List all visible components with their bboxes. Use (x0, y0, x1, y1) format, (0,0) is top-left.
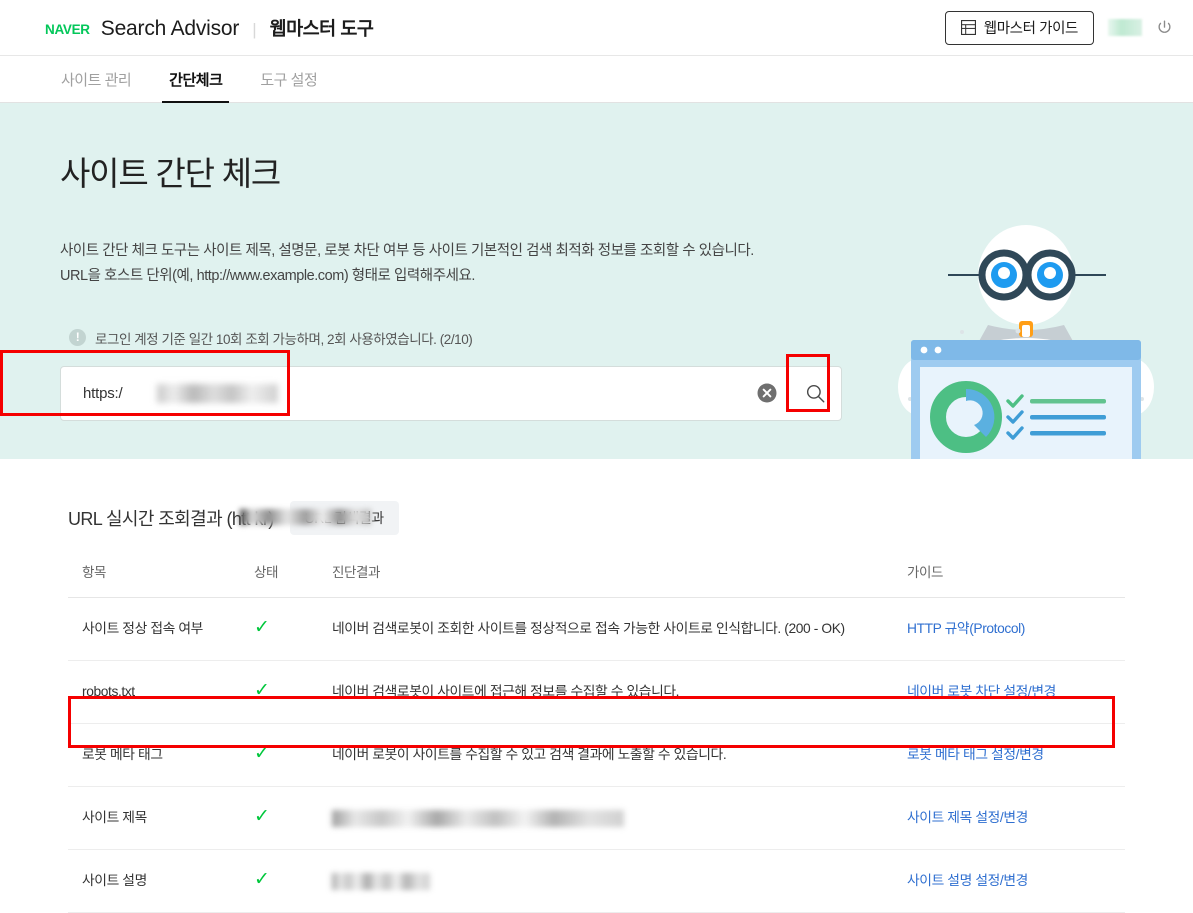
row-guide-link[interactable]: 네이버 로봇 차단 설정/변경 (907, 661, 1125, 724)
row-status: ✓ (254, 787, 332, 850)
header-actions: 웹마스터 가이드 (945, 11, 1173, 45)
redacted-value (332, 810, 624, 827)
check-icon: ✓ (254, 680, 270, 701)
main-nav: 사이트 관리 간단체크 도구 설정 (0, 55, 1193, 103)
check-icon: ✓ (254, 743, 270, 764)
results-title: URL 실시간 조회결과 (htt kr) (68, 505, 274, 531)
url-search-area (60, 366, 842, 421)
quota-notice-text: 로그인 계정 기준 일간 10회 조회 가능하며, 2회 사용하였습니다. (2… (95, 328, 472, 348)
table-row: 사이트 설명 ✓ 사이트 설명 설정/변경 (68, 850, 1125, 913)
row-guide-link[interactable]: HTTP 규약(Protocol) (907, 598, 1125, 661)
url-search-box (60, 366, 842, 421)
brand: NAVER Search Advisor | 웹마스터 도구 (45, 15, 373, 41)
check-icon: ✓ (254, 806, 270, 827)
search-icon (805, 383, 826, 404)
row-status: ✓ (254, 724, 332, 787)
row-diagnosis: 네이버 로봇이 사이트를 수집할 수 있고 검색 결과에 노출할 수 있습니다. (332, 724, 907, 787)
guide-link[interactable]: 사이트 설명 설정/변경 (907, 873, 1028, 888)
table-body: 사이트 정상 접속 여부 ✓ 네이버 검색로봇이 조회한 사이트를 정상적으로 … (68, 598, 1125, 913)
check-results-table: 항목 상태 진단결과 가이드 사이트 정상 접속 여부 ✓ 네이버 검색로봇이 … (68, 557, 1125, 913)
tab-site-management[interactable]: 사이트 관리 (45, 56, 147, 102)
guide-link[interactable]: 사이트 제목 설정/변경 (907, 810, 1028, 825)
robot-mascot-illustration (878, 217, 1178, 459)
info-icon: ! (69, 329, 86, 346)
row-diagnosis: 네이버 검색로봇이 조회한 사이트를 정상적으로 접속 가능한 사이트로 인식합… (332, 598, 907, 661)
column-header-status: 상태 (254, 557, 332, 598)
hero-section: 사이트 간단 체크 사이트 간단 체크 도구는 사이트 제목, 설명문, 로봇 … (0, 103, 1193, 459)
check-icon: ✓ (254, 869, 270, 890)
webmaster-guide-label: 웹마스터 가이드 (984, 17, 1078, 38)
row-item-label: 사이트 설명 (68, 850, 254, 913)
table-row: 사이트 정상 접속 여부 ✓ 네이버 검색로봇이 조회한 사이트를 정상적으로 … (68, 598, 1125, 661)
row-status: ✓ (254, 850, 332, 913)
column-header-item: 항목 (68, 557, 254, 598)
row-status: ✓ (254, 598, 332, 661)
user-account-redacted (1108, 19, 1142, 36)
row-diagnosis: 네이버 검색로봇이 사이트에 접근해 정보를 수집할 수 있습니다. (332, 661, 907, 724)
webmaster-guide-button[interactable]: 웹마스터 가이드 (945, 11, 1094, 45)
row-item-label: 사이트 정상 접속 여부 (68, 598, 254, 661)
row-item-label: 사이트 제목 (68, 787, 254, 850)
brand-separator: | (250, 20, 258, 40)
table-row: 사이트 제목 ✓ 사이트 제목 설정/변경 (68, 787, 1125, 850)
row-item-label: 로봇 메타 태그 (68, 724, 254, 787)
url-search-input[interactable] (61, 367, 754, 420)
redacted-host-text (240, 509, 371, 525)
guide-link[interactable]: HTTP 규약(Protocol) (907, 621, 1025, 636)
row-guide-link[interactable]: 로봇 메타 태그 설정/변경 (907, 724, 1125, 787)
row-diagnosis-redacted (332, 787, 907, 850)
naver-logo: NAVER (45, 22, 90, 37)
guide-link[interactable]: 네이버 로봇 차단 설정/변경 (907, 684, 1056, 699)
row-item-label: robots.txt (68, 661, 254, 724)
product-subtitle: 웹마스터 도구 (270, 15, 374, 41)
results-section: URL 실시간 조회결과 (htt kr) URL 검색결과 항목 상태 진단결… (0, 459, 1193, 913)
table-header: 항목 상태 진단결과 가이드 (68, 557, 1125, 598)
tab-tool-settings[interactable]: 도구 설정 (244, 56, 333, 102)
page-title: 사이트 간단 체크 (60, 147, 1193, 195)
grid-list-icon (961, 20, 976, 35)
row-diagnosis-redacted (332, 850, 907, 913)
table-row: robots.txt ✓ 네이버 검색로봇이 사이트에 접근해 정보를 수집할 … (68, 661, 1125, 724)
table-header-row: 항목 상태 진단결과 가이드 (68, 557, 1125, 598)
power-icon[interactable] (1156, 19, 1173, 36)
check-icon: ✓ (254, 617, 270, 638)
product-title: Search Advisor (101, 17, 239, 41)
guide-link[interactable]: 로봇 메타 태그 설정/변경 (907, 747, 1044, 762)
row-status: ✓ (254, 661, 332, 724)
row-guide-link[interactable]: 사이트 설명 설정/변경 (907, 850, 1125, 913)
url-search-submit-button[interactable] (789, 367, 841, 420)
app-header: NAVER Search Advisor | 웹마스터 도구 웹마스터 가이드 (0, 0, 1193, 55)
tab-simple-check[interactable]: 간단체크 (153, 56, 238, 102)
column-header-diagnosis: 진단결과 (332, 557, 907, 598)
results-header: URL 실시간 조회결과 (htt kr) URL 검색결과 (68, 459, 1125, 557)
column-header-guide: 가이드 (907, 557, 1125, 598)
results-title-prefix: URL 실시간 조회결과 (htt (68, 509, 250, 529)
clear-circle-icon[interactable] (754, 380, 780, 406)
row-guide-link[interactable]: 사이트 제목 설정/변경 (907, 787, 1125, 850)
table-row: 로봇 메타 태그 ✓ 네이버 로봇이 사이트를 수집할 수 있고 검색 결과에 … (68, 724, 1125, 787)
redacted-value (332, 873, 430, 890)
